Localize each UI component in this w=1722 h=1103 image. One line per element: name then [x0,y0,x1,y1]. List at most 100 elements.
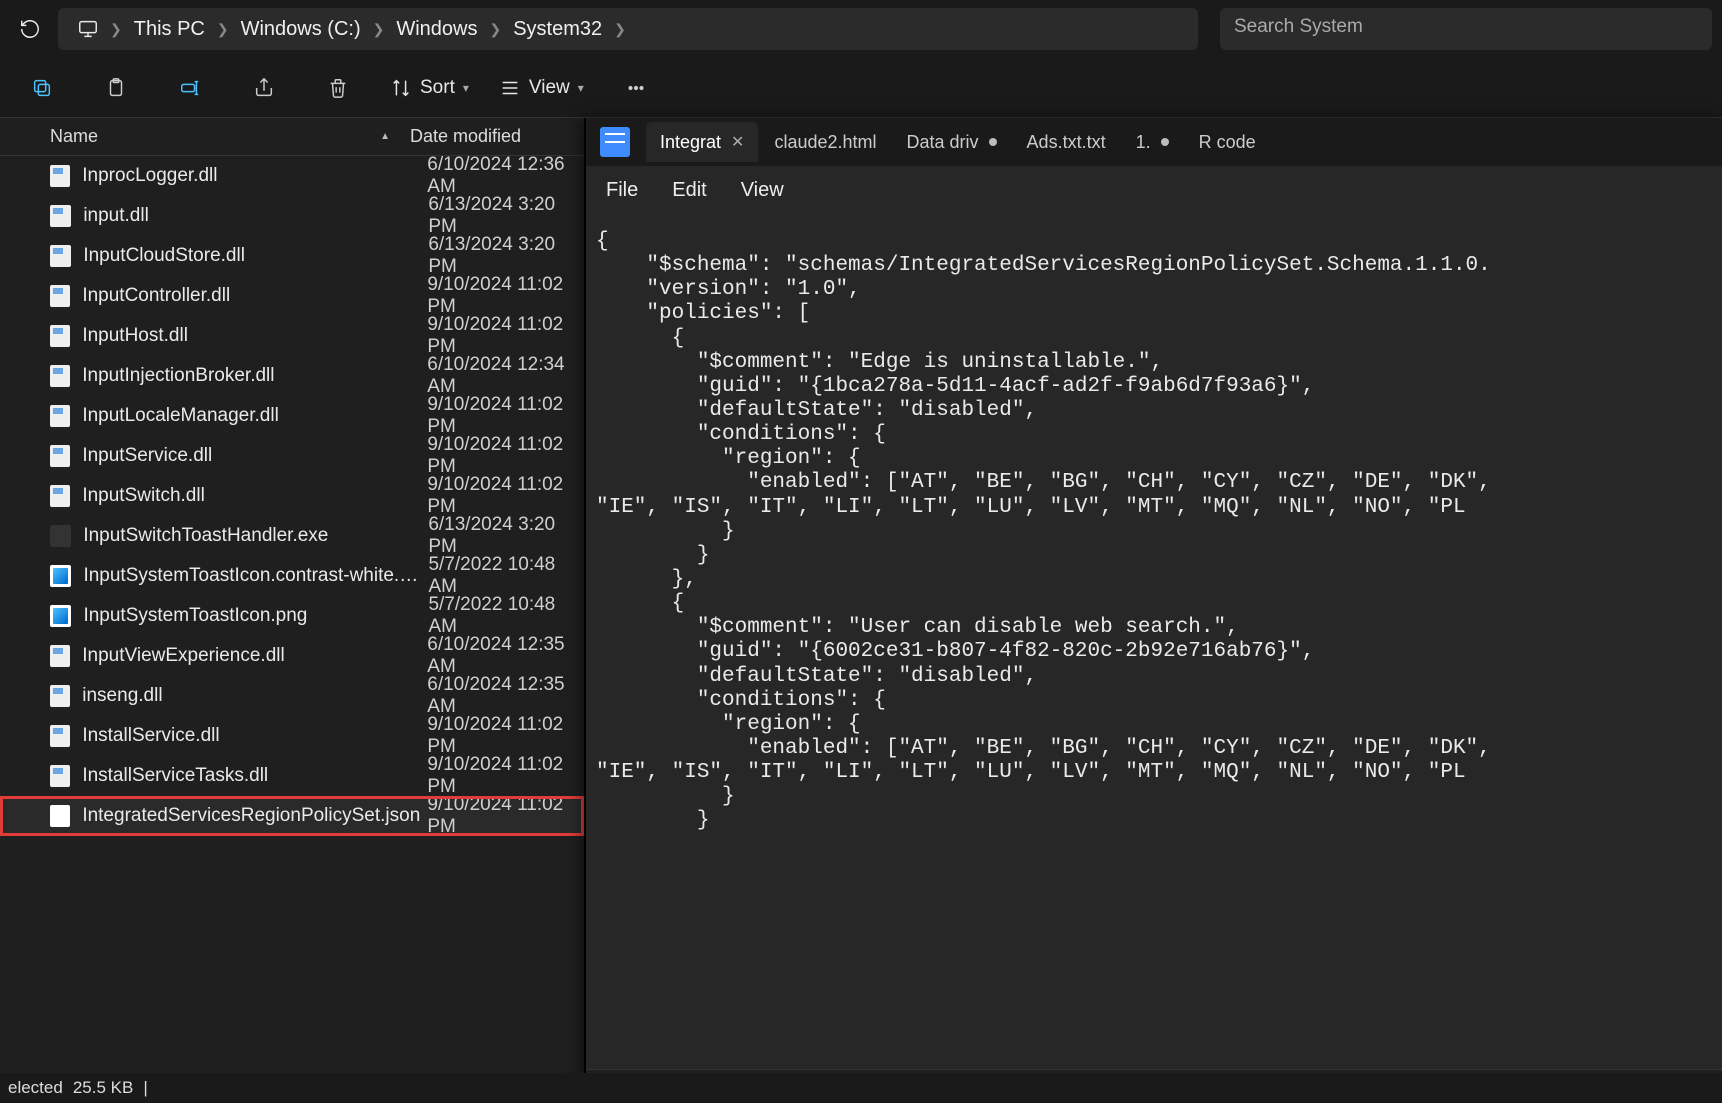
file-date: 6/10/2024 12:35 AM [427,674,584,718]
refresh-button[interactable] [10,9,50,49]
tab-label: Integrat [660,132,721,153]
file-type-icon [50,485,70,507]
chevron-down-icon: ▾ [578,81,584,95]
crumb-system32[interactable]: System32 [503,14,612,45]
file-name: inseng.dll [82,685,427,707]
file-row[interactable]: InputSystemToastIcon.contrast-white.png5… [0,556,584,596]
file-row[interactable]: input.dll6/13/2024 3:20 PM [0,196,584,236]
file-row[interactable]: InstallServiceTasks.dll9/10/2024 11:02 P… [0,756,584,796]
file-row[interactable]: InputController.dll9/10/2024 11:02 PM [0,276,584,316]
search-input[interactable]: Search System [1220,8,1712,50]
clipboard-icon [105,77,127,99]
share-button[interactable] [242,66,286,110]
rename-icon [179,77,201,99]
notepad-tab[interactable]: Ads.txt.txt [1013,122,1120,162]
file-type-icon [50,765,70,787]
file-date: 9/10/2024 11:02 PM [427,794,584,838]
file-row[interactable]: InputSwitch.dll9/10/2024 11:02 PM [0,476,584,516]
file-type-icon [50,445,70,467]
file-row[interactable]: InputViewExperience.dll6/10/2024 12:35 A… [0,636,584,676]
file-type-icon [50,325,70,347]
toolbar: Sort ▾ View ▾ [0,58,1722,118]
pc-icon[interactable] [68,9,108,49]
chevron-right-icon: ❯ [371,21,387,38]
file-row[interactable]: InputCloudStore.dll6/13/2024 3:20 PM [0,236,584,276]
file-row[interactable]: inseng.dll6/10/2024 12:35 AM [0,676,584,716]
file-type-icon [50,805,70,827]
crumb-windows[interactable]: Windows [386,14,487,45]
menu-view[interactable]: View [741,179,784,202]
crumb-this-pc[interactable]: This PC [124,14,215,45]
tab-label: 1. [1136,132,1151,153]
file-row[interactable]: InputLocaleManager.dll9/10/2024 11:02 PM [0,396,584,436]
file-type-icon [50,205,71,227]
paste-button[interactable] [94,66,138,110]
file-row[interactable]: InputHost.dll9/10/2024 11:02 PM [0,316,584,356]
menu-edit[interactable]: Edit [672,179,706,202]
tab-label: claude2.html [774,132,876,153]
file-type-icon [50,725,70,747]
share-icon [253,77,275,99]
file-name: InstallService.dll [82,725,427,747]
file-date: 9/10/2024 11:02 PM [427,474,584,518]
sort-icon [390,77,412,99]
file-row[interactable]: InputSystemToastIcon.png5/7/2022 10:48 A… [0,596,584,636]
file-list[interactable]: InprocLogger.dll6/10/2024 12:36 AMinput.… [0,156,584,1073]
file-date: 5/7/2022 10:48 AM [428,554,584,598]
file-date: 6/10/2024 12:36 AM [427,156,584,198]
column-date-header[interactable]: Date modified [410,126,580,147]
refresh-icon [19,18,41,40]
view-icon [499,77,521,99]
breadcrumb[interactable]: ❯ This PC ❯ Windows (C:) ❯ Windows ❯ Sys… [58,8,1198,50]
more-button[interactable] [614,66,658,110]
file-type-icon [50,685,70,707]
file-date: 9/10/2024 11:02 PM [427,394,584,438]
file-row[interactable]: InprocLogger.dll6/10/2024 12:36 AM [0,156,584,196]
file-name: InputViewExperience.dll [82,645,427,667]
file-date: 9/10/2024 11:02 PM [427,714,584,758]
unsaved-dot-icon [1161,138,1169,146]
unsaved-dot-icon [989,138,997,146]
view-label: View [529,77,570,99]
notepad-content[interactable]: { "$schema": "schemas/IntegratedServices… [586,214,1722,1069]
file-row[interactable]: InputService.dll9/10/2024 11:02 PM [0,436,584,476]
notepad-tabbar: Integrat ✕ claude2.html Data driv Ads.txt.tx… [586,118,1722,166]
file-type-icon [50,165,70,187]
file-list-header: Name ▲ Date modified [0,118,584,156]
copy-button[interactable] [20,66,64,110]
file-type-icon [50,645,70,667]
explorer-statusbar: elected 25.5 KB | [0,1073,1722,1103]
delete-button[interactable] [316,66,360,110]
close-icon[interactable]: ✕ [731,132,744,152]
menu-file[interactable]: File [606,179,638,202]
rename-button[interactable] [168,66,212,110]
column-name-header[interactable]: Name [50,126,98,147]
file-name: InputSwitchToastHandler.exe [83,525,428,547]
monitor-icon [77,18,99,40]
crumb-drive[interactable]: Windows (C:) [231,14,371,45]
notepad-tab[interactable]: R code [1185,122,1270,162]
notepad-tab[interactable]: 1. [1122,122,1183,162]
sort-asc-icon: ▲ [380,131,390,142]
sort-dropdown[interactable]: Sort ▾ [390,77,469,99]
notepad-tab[interactable]: Integrat ✕ [646,122,758,162]
notepad-tab[interactable]: Data driv [893,122,1011,162]
file-row[interactable]: IntegratedServicesRegionPolicySet.json9/… [0,796,584,836]
status-selected: elected [8,1078,63,1098]
tab-label: Data driv [907,132,979,153]
file-type-icon [50,565,71,587]
file-name: InputCloudStore.dll [83,245,428,267]
file-row[interactable]: InputInjectionBroker.dll6/10/2024 12:34 … [0,356,584,396]
file-row[interactable]: InstallService.dll9/10/2024 11:02 PM [0,716,584,756]
file-row[interactable]: InputSwitchToastHandler.exe6/13/2024 3:2… [0,516,584,556]
file-date: 9/10/2024 11:02 PM [427,274,584,318]
file-date: 6/13/2024 3:20 PM [428,514,584,558]
view-dropdown[interactable]: View ▾ [499,77,584,99]
file-name: input.dll [83,205,428,227]
notepad-tab[interactable]: claude2.html [760,122,890,162]
status-size: 25.5 KB [73,1078,134,1098]
file-name: InputLocaleManager.dll [82,405,427,427]
file-type-icon [50,365,70,387]
file-type-icon [50,245,71,267]
file-list-pane: Name ▲ Date modified InprocLogger.dll6/1… [0,118,585,1073]
